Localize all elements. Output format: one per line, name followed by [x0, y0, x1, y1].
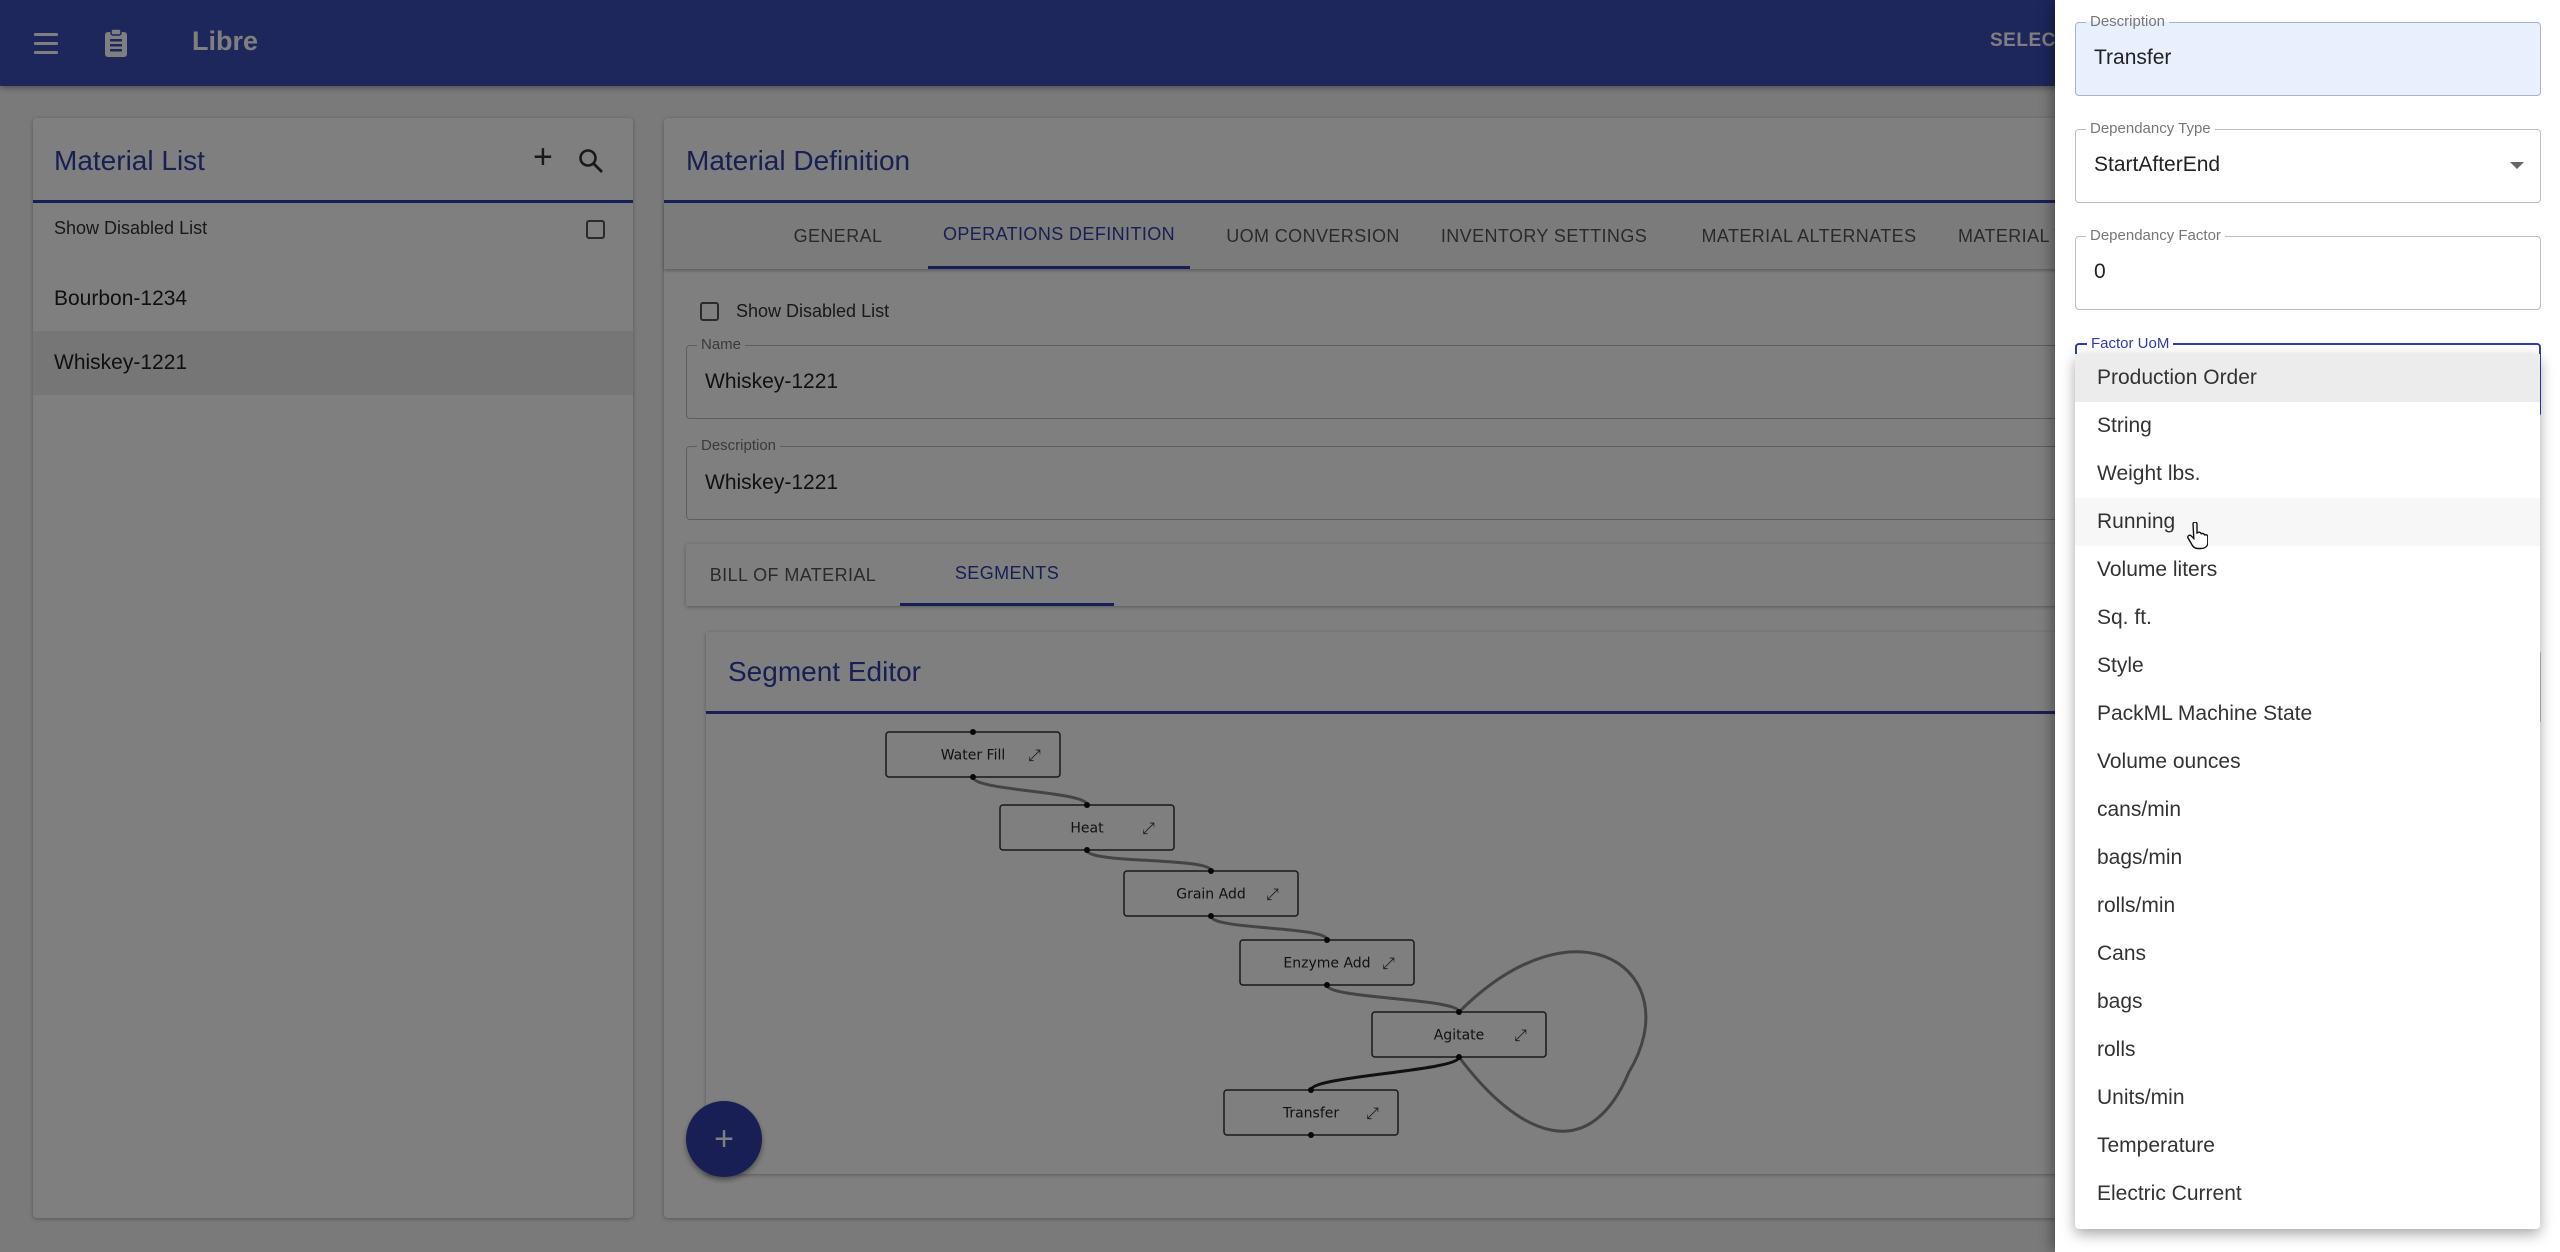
dependancy-factor-label: Dependancy Factor: [2086, 227, 2225, 244]
segment-description-label: Description: [2086, 13, 2170, 30]
menu-item[interactable]: Running: [2075, 498, 2540, 546]
menu-item[interactable]: Style: [2075, 642, 2540, 690]
menu-item-label: Volume ounces: [2097, 750, 2241, 773]
menu-item-label: Weight lbs.: [2097, 462, 2201, 485]
dependancy-factor-value: 0: [2094, 260, 2106, 283]
menu-item-label: bags/min: [2097, 846, 2183, 869]
menu-item[interactable]: rolls: [2075, 1026, 2540, 1074]
menu-item-label: bags: [2097, 990, 2143, 1013]
menu-item[interactable]: Electric Current: [2075, 1170, 2540, 1218]
menu-item-label: cans/min: [2097, 798, 2182, 821]
menu-item-label: Units/min: [2097, 1086, 2185, 1109]
menu-item-label: Running: [2097, 510, 2176, 533]
hand-pointer-cursor-icon: [2187, 522, 2208, 550]
menu-item-label: PackML Machine State: [2097, 702, 2313, 725]
dependancy-type-select[interactable]: Dependancy Type StartAfterEnd: [2075, 120, 2541, 203]
segment-description-field[interactable]: Description Transfer: [2075, 13, 2541, 96]
menu-item[interactable]: rolls/min: [2075, 882, 2540, 930]
menu-item-label: Volume liters: [2097, 558, 2218, 581]
menu-item[interactable]: Volume ounces: [2075, 738, 2540, 786]
menu-item-label: Production Order: [2097, 366, 2257, 389]
menu-item[interactable]: String: [2075, 402, 2540, 450]
menu-item[interactable]: Volume liters: [2075, 546, 2540, 594]
menu-item[interactable]: bags: [2075, 978, 2540, 1026]
dependancy-factor-field[interactable]: Dependancy Factor 0: [2075, 227, 2541, 310]
menu-item[interactable]: cans/min: [2075, 786, 2540, 834]
menu-item[interactable]: bags/min: [2075, 834, 2540, 882]
menu-item-label: rolls: [2097, 1038, 2136, 1061]
menu-item[interactable]: Sq. ft.: [2075, 594, 2540, 642]
menu-item[interactable]: PackML Machine State: [2075, 690, 2540, 738]
menu-item-label: rolls/min: [2097, 894, 2176, 917]
factor-uom-label: Factor UoM: [2087, 335, 2174, 352]
menu-item-label: Temperature: [2097, 1134, 2215, 1157]
menu-item-label: String: [2097, 414, 2152, 437]
dependancy-type-label: Dependancy Type: [2086, 120, 2215, 137]
menu-item-label: Sq. ft.: [2097, 606, 2152, 629]
menu-item-label: Cans: [2097, 942, 2147, 965]
menu-item[interactable]: Cans: [2075, 930, 2540, 978]
segment-description-value: Transfer: [2094, 46, 2172, 69]
menu-item[interactable]: Weight lbs.: [2075, 450, 2540, 498]
menu-item[interactable]: Temperature: [2075, 1122, 2540, 1170]
factor-uom-dropdown-menu: Production Order String Weight lbs. Running…: [2075, 354, 2540, 1229]
dependancy-type-value: StartAfterEnd: [2094, 153, 2221, 176]
caret-down-icon[interactable]: [2510, 162, 2524, 169]
menu-item[interactable]: Units/min: [2075, 1074, 2540, 1122]
menu-item-label: Style: [2097, 654, 2144, 677]
menu-item[interactable]: Production Order: [2075, 354, 2540, 402]
menu-item-label: Electric Current: [2097, 1182, 2242, 1205]
